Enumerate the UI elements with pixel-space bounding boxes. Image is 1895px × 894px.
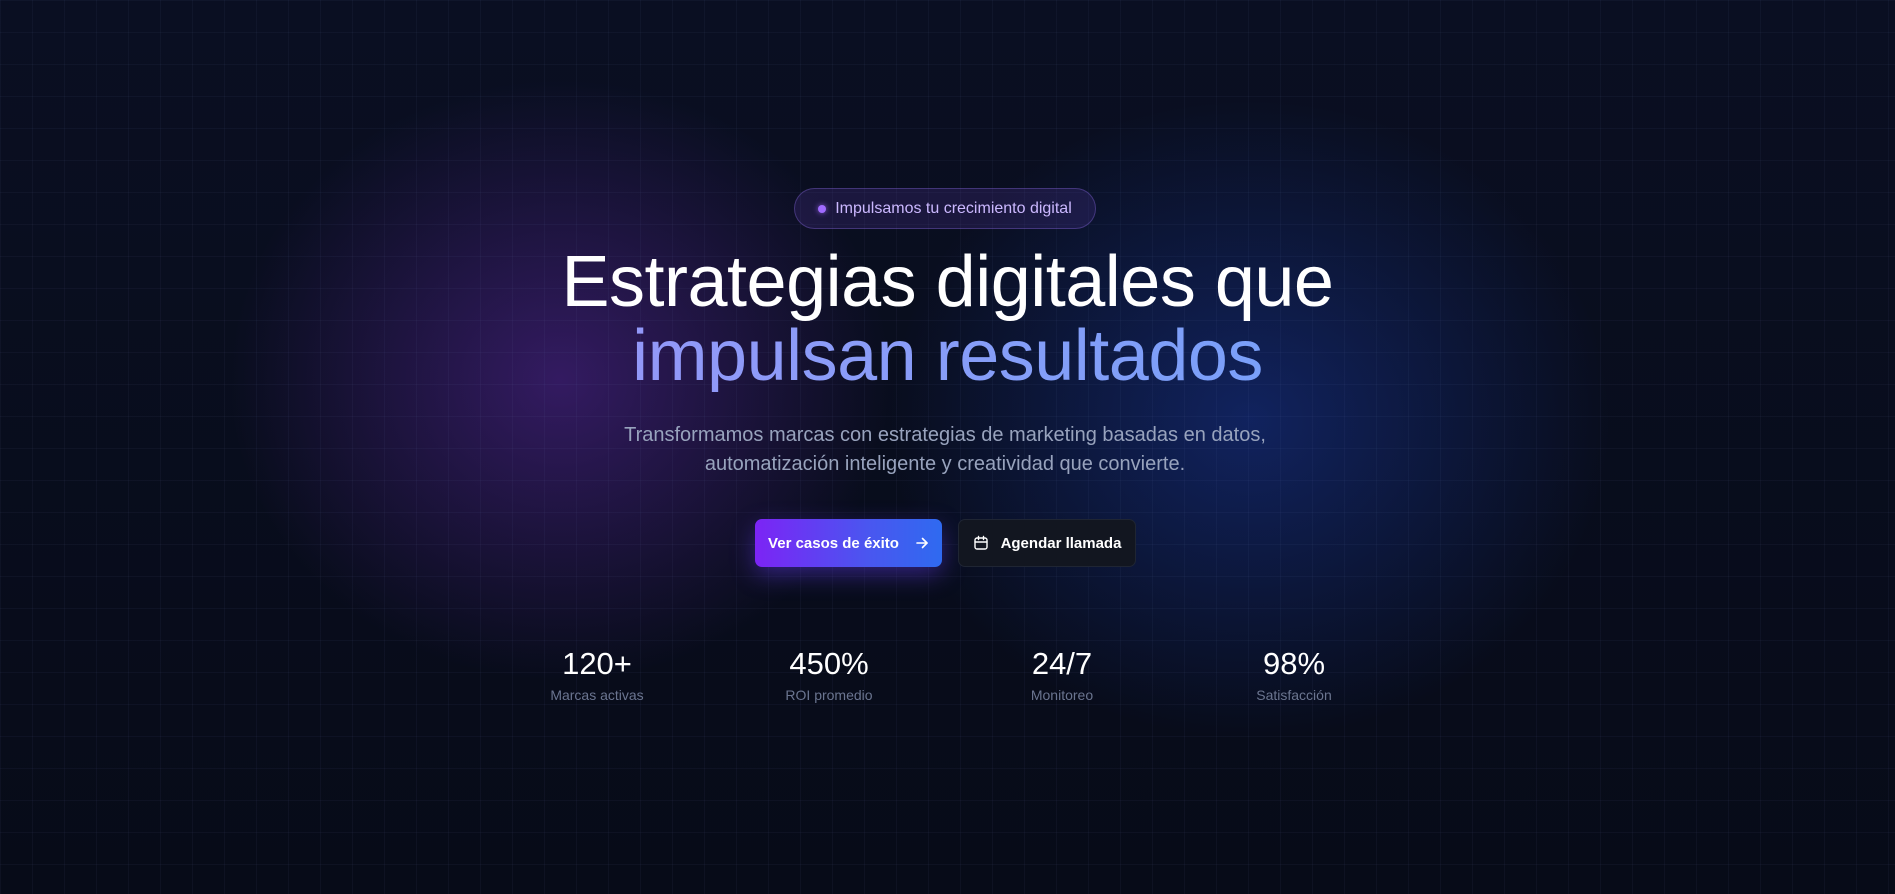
stat-value: 120+ (562, 646, 632, 681)
stat-value: 98% (1262, 646, 1326, 681)
stat-label: Satisfacción (1256, 687, 1332, 703)
hero-title-line1: Estrategias digitales que (561, 242, 1334, 322)
view-success-cases-button[interactable]: Ver casos de éxito (755, 519, 942, 567)
hero-title: Estrategias digitales que impulsan resul… (0, 246, 1895, 392)
stat-monitoring: 24/7 Monitoreo (962, 645, 1162, 703)
badge-dot-icon (818, 204, 827, 213)
stat-satisfaction: 98% Satisfacción (1194, 645, 1394, 703)
hero-badge: Impulsamos tu crecimiento digital (794, 188, 1096, 229)
calendar-icon (973, 535, 989, 551)
stat-label: Monitoreo (1030, 687, 1094, 703)
stat-active-brands: 120+ Marcas activas (497, 645, 697, 703)
schedule-call-button[interactable]: Agendar llamada (958, 519, 1136, 567)
stat-label: ROI promedio (785, 687, 873, 703)
schedule-call-label: Agendar llamada (1000, 534, 1122, 552)
stat-value: 450% (789, 646, 869, 681)
arrow-right-icon (915, 536, 929, 550)
view-success-cases-label: Ver casos de éxito (768, 534, 899, 552)
stat-average-roi: 450% ROI promedio (729, 645, 929, 703)
hero-subtitle: Transformamos marcas con estrategias de … (624, 424, 1266, 475)
hero-title-line2: impulsan resultados (0, 320, 1895, 392)
stat-value: 24/7 (1031, 646, 1093, 681)
badge-label: Impulsamos tu crecimiento digital (835, 199, 1072, 217)
stat-label: Marcas activas (550, 687, 644, 703)
